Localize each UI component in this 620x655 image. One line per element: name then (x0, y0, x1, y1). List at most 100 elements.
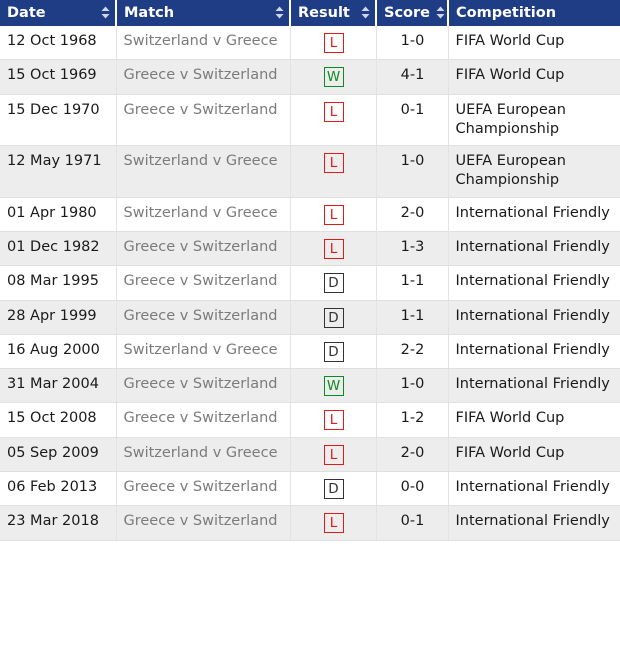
cell-result: L (290, 26, 377, 61)
result-badge: L (323, 410, 344, 431)
table-row: 05 Sep 2009 Switzerland v Greece L 2-0 FIFA … (0, 437, 620, 472)
cell-date: 12 Oct 1968 (0, 26, 117, 61)
cell-result: D (290, 300, 377, 335)
sort-updown-icon[interactable] (101, 6, 110, 19)
result-badge: L (323, 513, 344, 534)
sort-updown-icon[interactable] (436, 6, 445, 19)
cell-result: L (290, 231, 377, 267)
result-badge: L (323, 204, 344, 225)
table-row: 23 Mar 2018 Greece v Switzerland L 0-1 Inter… (0, 505, 620, 541)
result-badge: D (323, 341, 344, 362)
cell-result: D (290, 334, 377, 370)
cell-date: 01 Dec 1982 (0, 231, 117, 267)
table-row: 01 Dec 1982 Greece v Switzerland L 1-3 Inter… (0, 231, 620, 267)
cell-match: Switzerland v Greece (116, 334, 291, 370)
column-header-match[interactable]: Match (116, 0, 291, 26)
table-row: 08 Mar 1995 Greece v Switzerland D 1-1 Inter… (0, 265, 620, 301)
cell-competition: International Friendly (448, 334, 620, 370)
cell-score: 1-3 (376, 231, 449, 267)
cell-score: 1-0 (376, 368, 449, 404)
cell-competition: International Friendly (448, 505, 620, 541)
column-header-score-label: Score (384, 4, 430, 21)
cell-competition: FIFA World Cup (448, 437, 620, 472)
result-badge: W (323, 376, 344, 397)
cell-score: 1-0 (376, 26, 449, 61)
cell-competition: FIFA World Cup (448, 26, 620, 61)
cell-date: 06 Feb 2013 (0, 471, 117, 507)
cell-match: Greece v Switzerland (116, 402, 291, 438)
result-badge: D (323, 478, 344, 499)
cell-score: 2-2 (376, 334, 449, 370)
result-badge: L (323, 101, 344, 122)
cell-result: L (290, 197, 377, 232)
cell-date: 15 Oct 1969 (0, 59, 117, 95)
cell-match: Greece v Switzerland (116, 368, 291, 404)
column-header-date-label: Date (7, 4, 46, 21)
cell-score: 1-0 (376, 145, 449, 198)
table-row: 01 Apr 1980 Switzerland v Greece L 2-0 Inter… (0, 197, 620, 232)
cell-date: 15 Oct 2008 (0, 402, 117, 438)
column-header-score[interactable]: Score (376, 0, 449, 26)
cell-match: Switzerland v Greece (116, 437, 291, 472)
cell-score: 1-2 (376, 402, 449, 438)
cell-competition: International Friendly (448, 231, 620, 267)
cell-result: L (290, 402, 377, 438)
cell-score: 0-0 (376, 471, 449, 507)
cell-date: 12 May 1971 (0, 145, 117, 198)
sort-updown-icon[interactable] (275, 6, 284, 19)
result-badge: D (323, 273, 344, 294)
cell-match: Greece v Switzerland (116, 505, 291, 541)
column-header-competition-label: Competition (456, 4, 557, 21)
cell-match: Switzerland v Greece (116, 197, 291, 232)
cell-result: W (290, 59, 377, 95)
table-row: 28 Apr 1999 Greece v Switzerland D 1-1 Inter… (0, 300, 620, 335)
result-badge: D (323, 307, 344, 328)
cell-result: D (290, 471, 377, 507)
table-row: 06 Feb 2013 Greece v Switzerland D 0-0 Inter… (0, 471, 620, 507)
cell-score: 0-1 (376, 94, 449, 147)
cell-date: 08 Mar 1995 (0, 265, 117, 301)
cell-score: 1-1 (376, 265, 449, 301)
column-header-result[interactable]: Result (290, 0, 377, 26)
cell-competition: UEFA European Championship (448, 94, 620, 147)
cell-date: 15 Dec 1970 (0, 94, 117, 147)
cell-result: L (290, 505, 377, 541)
result-badge: L (323, 153, 344, 174)
cell-match: Greece v Switzerland (116, 300, 291, 335)
table-body: 12 Oct 1968 Switzerland v Greece L 1-0 FIFA … (0, 26, 620, 541)
table-row: 15 Oct 2008 Greece v Switzerland L 1-2 FIFA … (0, 402, 620, 438)
cell-match: Greece v Switzerland (116, 59, 291, 95)
cell-date: 05 Sep 2009 (0, 437, 117, 472)
cell-score: 2-0 (376, 437, 449, 472)
column-header-result-label: Result (298, 4, 350, 21)
cell-match: Greece v Switzerland (116, 94, 291, 147)
cell-competition: International Friendly (448, 197, 620, 232)
column-header-date[interactable]: Date (0, 0, 117, 26)
cell-competition: FIFA World Cup (448, 402, 620, 438)
table-header: Date Match Result Score Competition (0, 0, 620, 26)
cell-match: Switzerland v Greece (116, 26, 291, 61)
cell-match: Greece v Switzerland (116, 471, 291, 507)
cell-match: Greece v Switzerland (116, 231, 291, 267)
table-row: 15 Dec 1970 Greece v Switzerland L 0-1 UEFA … (0, 94, 620, 147)
result-badge: L (323, 444, 344, 465)
table-header-row: Date Match Result Score Competition (0, 0, 620, 26)
table-row: 12 May 1971 Switzerland v Greece L 1-0 UEFA … (0, 145, 620, 198)
table-row: 12 Oct 1968 Switzerland v Greece L 1-0 FIFA … (0, 26, 620, 61)
cell-result: W (290, 368, 377, 404)
cell-result: L (290, 145, 377, 198)
table-row: 15 Oct 1969 Greece v Switzerland W 4-1 FIFA … (0, 59, 620, 95)
table-row: 31 Mar 2004 Greece v Switzerland W 1-0 Inter… (0, 368, 620, 404)
table-row: 16 Aug 2000 Switzerland v Greece D 2-2 Inter… (0, 334, 620, 370)
cell-score: 0-1 (376, 505, 449, 541)
sort-updown-icon[interactable] (361, 6, 370, 19)
cell-score: 1-1 (376, 300, 449, 335)
cell-score: 2-0 (376, 197, 449, 232)
result-badge: L (323, 33, 344, 53)
cell-competition: International Friendly (448, 471, 620, 507)
cell-date: 31 Mar 2004 (0, 368, 117, 404)
cell-date: 28 Apr 1999 (0, 300, 117, 335)
cell-date: 16 Aug 2000 (0, 334, 117, 370)
column-header-match-label: Match (124, 4, 175, 21)
cell-result: L (290, 94, 377, 147)
